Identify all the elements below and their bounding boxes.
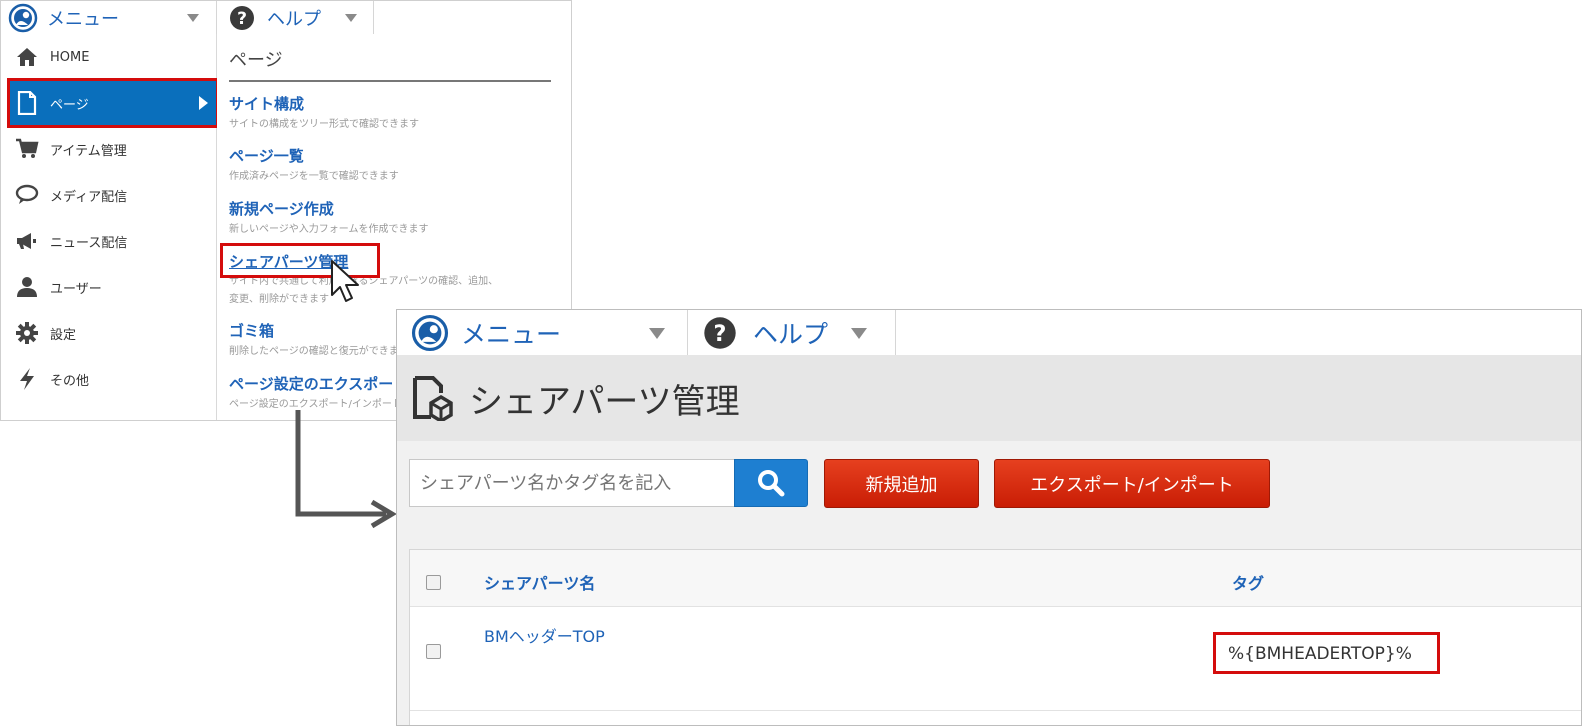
row-checkbox[interactable] <box>426 644 441 659</box>
menu-button[interactable]: メニュー <box>397 310 688 355</box>
svg-text:?: ? <box>714 320 727 346</box>
user-icon <box>14 274 40 300</box>
help-label: ヘルプ <box>267 8 321 30</box>
sidebar-item-items[interactable]: アイテム管理 <box>9 126 216 172</box>
submenu-desc: 削除したページの確認と復元ができます <box>229 346 409 357</box>
sidebar-item-media[interactable]: メディア配信 <box>9 172 216 218</box>
chevron-down-icon <box>649 328 665 339</box>
chevron-down-icon <box>187 14 199 22</box>
submenu-desc: 作成済みページを一覧で確認できます <box>229 171 399 182</box>
chevron-down-icon <box>851 328 867 339</box>
submenu-desc: 変更、削除ができます <box>229 294 329 305</box>
chevron-down-icon <box>345 14 357 22</box>
sidebar-item-settings[interactable]: 設定 <box>9 310 216 356</box>
sidebar-item-label: メディア配信 <box>50 189 128 205</box>
share-parts-topbar: メニュー ? ヘルプ <box>397 310 1581 356</box>
mouse-cursor-icon <box>331 260 359 302</box>
submenu-link-page-list[interactable]: ページ一覧 <box>229 145 304 166</box>
submenu-link-new-page[interactable]: 新規ページ作成 <box>229 198 334 219</box>
help-icon: ? <box>704 316 736 349</box>
submenu-desc: 新しいページや入力フォームを作成できます <box>229 224 429 235</box>
share-parts-icon <box>413 376 453 421</box>
speech-bubble-icon <box>14 182 40 208</box>
add-new-button[interactable]: 新規追加 <box>824 459 979 508</box>
sidebar-item-other[interactable]: その他 <box>9 356 216 402</box>
sidebar-item-label: HOME <box>50 49 90 65</box>
sidebar-item-label: その他 <box>50 373 90 389</box>
sidebar-item-label: ニュース配信 <box>50 235 128 251</box>
help-icon: ? <box>230 5 254 30</box>
search-input[interactable] <box>409 459 735 507</box>
sidebar-item-home[interactable]: HOME <box>9 34 216 80</box>
column-header-name[interactable]: シェアパーツ名 <box>484 570 595 594</box>
submenu-link-trash[interactable]: ゴミ箱 <box>229 320 274 341</box>
menu-label: メニュー <box>47 8 119 30</box>
select-all-checkbox[interactable] <box>426 575 441 590</box>
sidebar-item-label: ユーザー <box>50 281 102 297</box>
megaphone-icon <box>14 228 40 254</box>
sidebar-item-news[interactable]: ニュース配信 <box>9 218 216 264</box>
export-import-button[interactable]: エクスポート/インポート <box>994 459 1270 508</box>
home-icon <box>14 44 40 70</box>
share-parts-screenshot: メニュー ? ヘルプ シェアパーツ管理 新規追加 エクスポート/インポート <box>396 309 1582 726</box>
cart-icon <box>14 136 40 162</box>
highlight-tag <box>1213 632 1440 674</box>
sidebar-item-users[interactable]: ユーザー <box>9 264 216 310</box>
submenu-link-site-structure[interactable]: サイト構成 <box>229 93 304 114</box>
highlight-page-item <box>7 78 219 128</box>
table-header: シェアパーツ名 タグ <box>410 550 1581 607</box>
logo-icon <box>411 314 449 351</box>
share-part-name-link[interactable]: BMヘッダーTOP <box>484 623 605 647</box>
logo-icon <box>8 3 38 32</box>
menu-label: メニュー <box>461 319 562 349</box>
help-button[interactable]: ? ヘルプ <box>217 1 374 34</box>
submenu-heading: ページ <box>229 46 551 82</box>
help-button[interactable]: ? ヘルプ <box>687 310 896 355</box>
sidebar-item-label: 設定 <box>50 327 77 343</box>
gear-icon <box>14 320 40 346</box>
lightning-icon <box>14 366 40 392</box>
svg-text:?: ? <box>237 9 247 29</box>
search-icon <box>758 470 785 497</box>
menu-topbar: メニュー ? ヘルプ <box>1 1 571 35</box>
page-title: シェアパーツ管理 <box>469 381 740 422</box>
sidebar-item-label: アイテム管理 <box>50 143 127 159</box>
page-header: シェアパーツ管理 <box>397 355 1581 441</box>
column-header-tag[interactable]: タグ <box>1232 570 1264 594</box>
help-label: ヘルプ <box>753 319 829 349</box>
menu-button[interactable]: メニュー <box>1 1 217 34</box>
search-button[interactable] <box>734 459 808 507</box>
submenu-desc: サイトの構成をツリー形式で確認できます <box>229 119 419 130</box>
